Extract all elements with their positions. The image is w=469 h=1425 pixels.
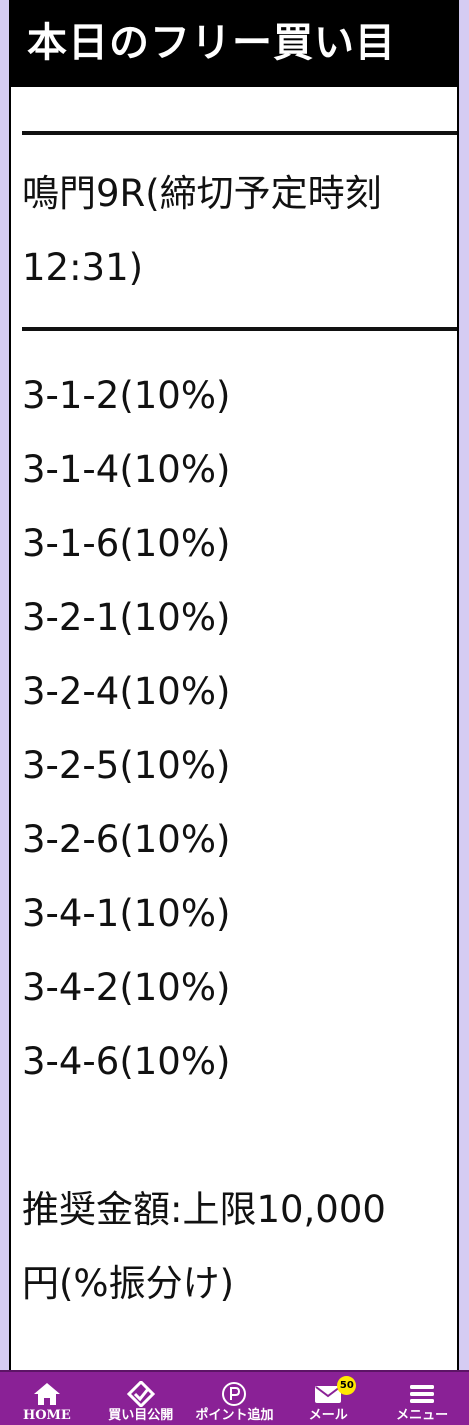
race-line: 鳴門9R(締切予定時刻 [22,172,382,215]
bottom-tab-bar: HOME 買い目公開 ポイント追加 50 メール メニュー [0,1370,469,1425]
combo-item: 3-4-6(10%) [22,1040,231,1083]
recommend-line: 推奨金額:上限10,000 [22,1188,386,1231]
mail-count-badge: 50 [337,1376,357,1395]
menu-icon [409,1380,435,1408]
race-info: 鳴門9R(締切予定時刻 12:31) [22,157,457,305]
tab-picks[interactable]: 買い目公開 [94,1372,188,1425]
divider [22,327,457,331]
recommend-amount: 推奨金額:上限10,000 円(%振分け) [22,1173,457,1321]
combo-item: 3-1-4(10%) [22,448,231,491]
tab-mail[interactable]: 50 メール [281,1372,375,1425]
combo-item: 3-4-1(10%) [22,892,231,935]
combo-item: 3-2-6(10%) [22,818,231,861]
point-icon [221,1380,247,1408]
recommend-line: 円(%振分け) [22,1262,235,1305]
combo-item: 3-1-6(10%) [22,522,231,565]
tab-menu[interactable]: メニュー [375,1372,469,1425]
tab-label: メール [308,1408,348,1423]
pick-content: 鳴門9R(締切予定時刻 12:31) 3-1-2(10%) 3-1-4(10%)… [11,131,457,1321]
tab-label: メニュー [396,1408,449,1423]
tab-add-points[interactable]: ポイント追加 [188,1372,282,1425]
check-badge-icon [126,1380,155,1408]
combo-item: 3-1-2(10%) [22,374,231,417]
home-icon [32,1380,62,1408]
tab-label: 買い目公開 [108,1408,174,1423]
combo-item: 3-2-1(10%) [22,596,231,639]
combo-item: 3-2-5(10%) [22,744,231,787]
combo-list: 3-1-2(10%) 3-1-4(10%) 3-1-6(10%) 3-2-1(1… [22,359,457,1099]
race-time-line: 12:31) [22,246,144,289]
tab-label: HOME [22,1408,71,1423]
content-panel: 本日のフリー買い目 鳴門9R(締切予定時刻 12:31) 3-1-2(10%) … [9,0,459,1370]
combo-item: 3-2-4(10%) [22,670,231,713]
page-title: 本日のフリー買い目 [11,0,457,87]
combo-item: 3-4-2(10%) [22,966,231,1009]
tab-label: ポイント追加 [195,1408,274,1423]
tab-home[interactable]: HOME [0,1372,94,1425]
divider [22,131,457,135]
